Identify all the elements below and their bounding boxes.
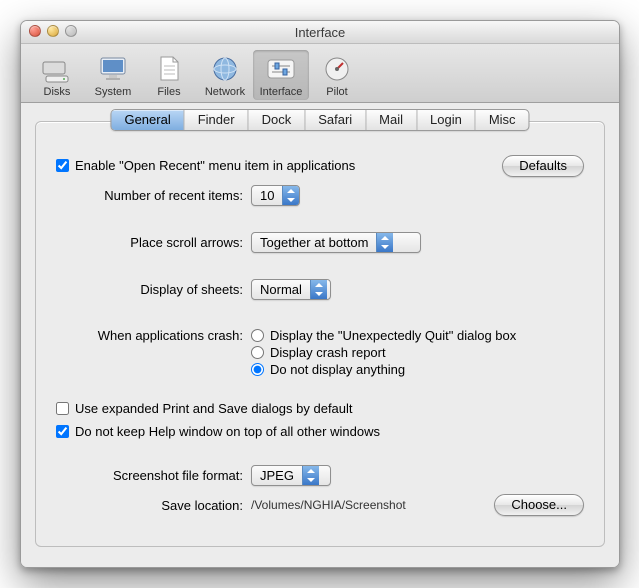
popup-value: 10 <box>252 186 282 205</box>
checkbox-label: Do not keep Help window on top of all ot… <box>75 424 380 439</box>
radio-input[interactable] <box>251 363 264 376</box>
crash-radio-none[interactable]: Do not display anything <box>251 362 584 377</box>
crash-radio-group: Display the "Unexpectedly Quit" dialog b… <box>251 326 584 379</box>
save-location-label: Save location: <box>56 498 251 513</box>
toolbar-item-label: Interface <box>253 86 309 98</box>
radio-label: Display the "Unexpectedly Quit" dialog b… <box>270 328 516 343</box>
sheets-label: Display of sheets: <box>56 282 251 297</box>
toolbar: Disks System Files Network Interface <box>21 44 619 103</box>
toolbar-item-pilot[interactable]: Pilot <box>309 50 365 100</box>
enable-open-recent-checkbox[interactable]: Enable "Open Recent" menu item in applic… <box>56 158 355 173</box>
slider-icon <box>253 52 309 86</box>
chevron-updown-icon <box>302 466 319 485</box>
toolbar-item-system[interactable]: System <box>85 50 141 100</box>
tab-dock[interactable]: Dock <box>249 110 306 130</box>
recent-items-popup[interactable]: 10 <box>251 185 300 206</box>
tab-misc[interactable]: Misc <box>476 110 529 130</box>
radio-label: Display crash report <box>270 345 386 360</box>
window-controls <box>29 25 77 37</box>
checkbox-input[interactable] <box>56 402 69 415</box>
radio-label: Do not display anything <box>270 362 405 377</box>
gauge-icon <box>309 52 365 86</box>
toolbar-item-files[interactable]: Files <box>141 50 197 100</box>
checkbox-input[interactable] <box>56 159 69 172</box>
radio-input[interactable] <box>251 329 264 342</box>
screenshot-format-popup[interactable]: JPEG <box>251 465 331 486</box>
tab-mail[interactable]: Mail <box>366 110 417 130</box>
crash-radio-unexpectedly-quit[interactable]: Display the "Unexpectedly Quit" dialog b… <box>251 328 584 343</box>
checkbox-label: Use expanded Print and Save dialogs by d… <box>75 401 353 416</box>
scroll-arrows-label: Place scroll arrows: <box>56 235 251 250</box>
chevron-updown-icon <box>282 186 299 205</box>
close-icon[interactable] <box>29 25 41 37</box>
window-title: Interface <box>295 25 346 40</box>
checkbox-input[interactable] <box>56 425 69 438</box>
preferences-window: Interface Disks System Files Network <box>20 20 620 568</box>
toolbar-item-label: Network <box>197 86 253 98</box>
save-location-path: /Volumes/NGHIA/Screenshot <box>251 498 406 512</box>
help-window-checkbox[interactable]: Do not keep Help window on top of all ot… <box>56 424 380 439</box>
toolbar-item-label: System <box>85 86 141 98</box>
popup-value: Normal <box>252 280 310 299</box>
content-area: General Finder Dock Safari Mail Login Mi… <box>21 103 619 567</box>
drive-icon <box>29 52 85 86</box>
general-panel: General Finder Dock Safari Mail Login Mi… <box>35 121 605 547</box>
globe-icon <box>197 52 253 86</box>
tab-general[interactable]: General <box>111 110 184 130</box>
defaults-button[interactable]: Defaults <box>502 155 584 177</box>
chevron-updown-icon <box>310 280 327 299</box>
sheets-popup[interactable]: Normal <box>251 279 331 300</box>
tab-login[interactable]: Login <box>417 110 476 130</box>
popup-value: Together at bottom <box>252 233 376 252</box>
crash-radio-crash-report[interactable]: Display crash report <box>251 345 584 360</box>
monitor-icon <box>85 52 141 86</box>
toolbar-item-interface[interactable]: Interface <box>253 50 309 100</box>
popup-value: JPEG <box>252 466 302 485</box>
toolbar-item-disks[interactable]: Disks <box>29 50 85 100</box>
chevron-updown-icon <box>376 233 393 252</box>
document-icon <box>141 52 197 86</box>
checkbox-label: Enable "Open Recent" menu item in applic… <box>75 158 355 173</box>
tab-finder[interactable]: Finder <box>185 110 249 130</box>
screenshot-format-label: Screenshot file format: <box>56 468 251 483</box>
titlebar[interactable]: Interface <box>21 21 619 44</box>
radio-input[interactable] <box>251 346 264 359</box>
crash-label: When applications crash: <box>56 326 251 343</box>
choose-button[interactable]: Choose... <box>494 494 584 516</box>
zoom-icon[interactable] <box>65 25 77 37</box>
toolbar-item-label: Pilot <box>309 86 365 98</box>
toolbar-item-network[interactable]: Network <box>197 50 253 100</box>
expanded-dialogs-checkbox[interactable]: Use expanded Print and Save dialogs by d… <box>56 401 353 416</box>
scroll-arrows-popup[interactable]: Together at bottom <box>251 232 421 253</box>
recent-items-label: Number of recent items: <box>56 188 251 203</box>
toolbar-item-label: Files <box>141 86 197 98</box>
tab-safari[interactable]: Safari <box>305 110 366 130</box>
tab-bar: General Finder Dock Safari Mail Login Mi… <box>110 109 529 131</box>
toolbar-item-label: Disks <box>29 86 85 98</box>
minimize-icon[interactable] <box>47 25 59 37</box>
